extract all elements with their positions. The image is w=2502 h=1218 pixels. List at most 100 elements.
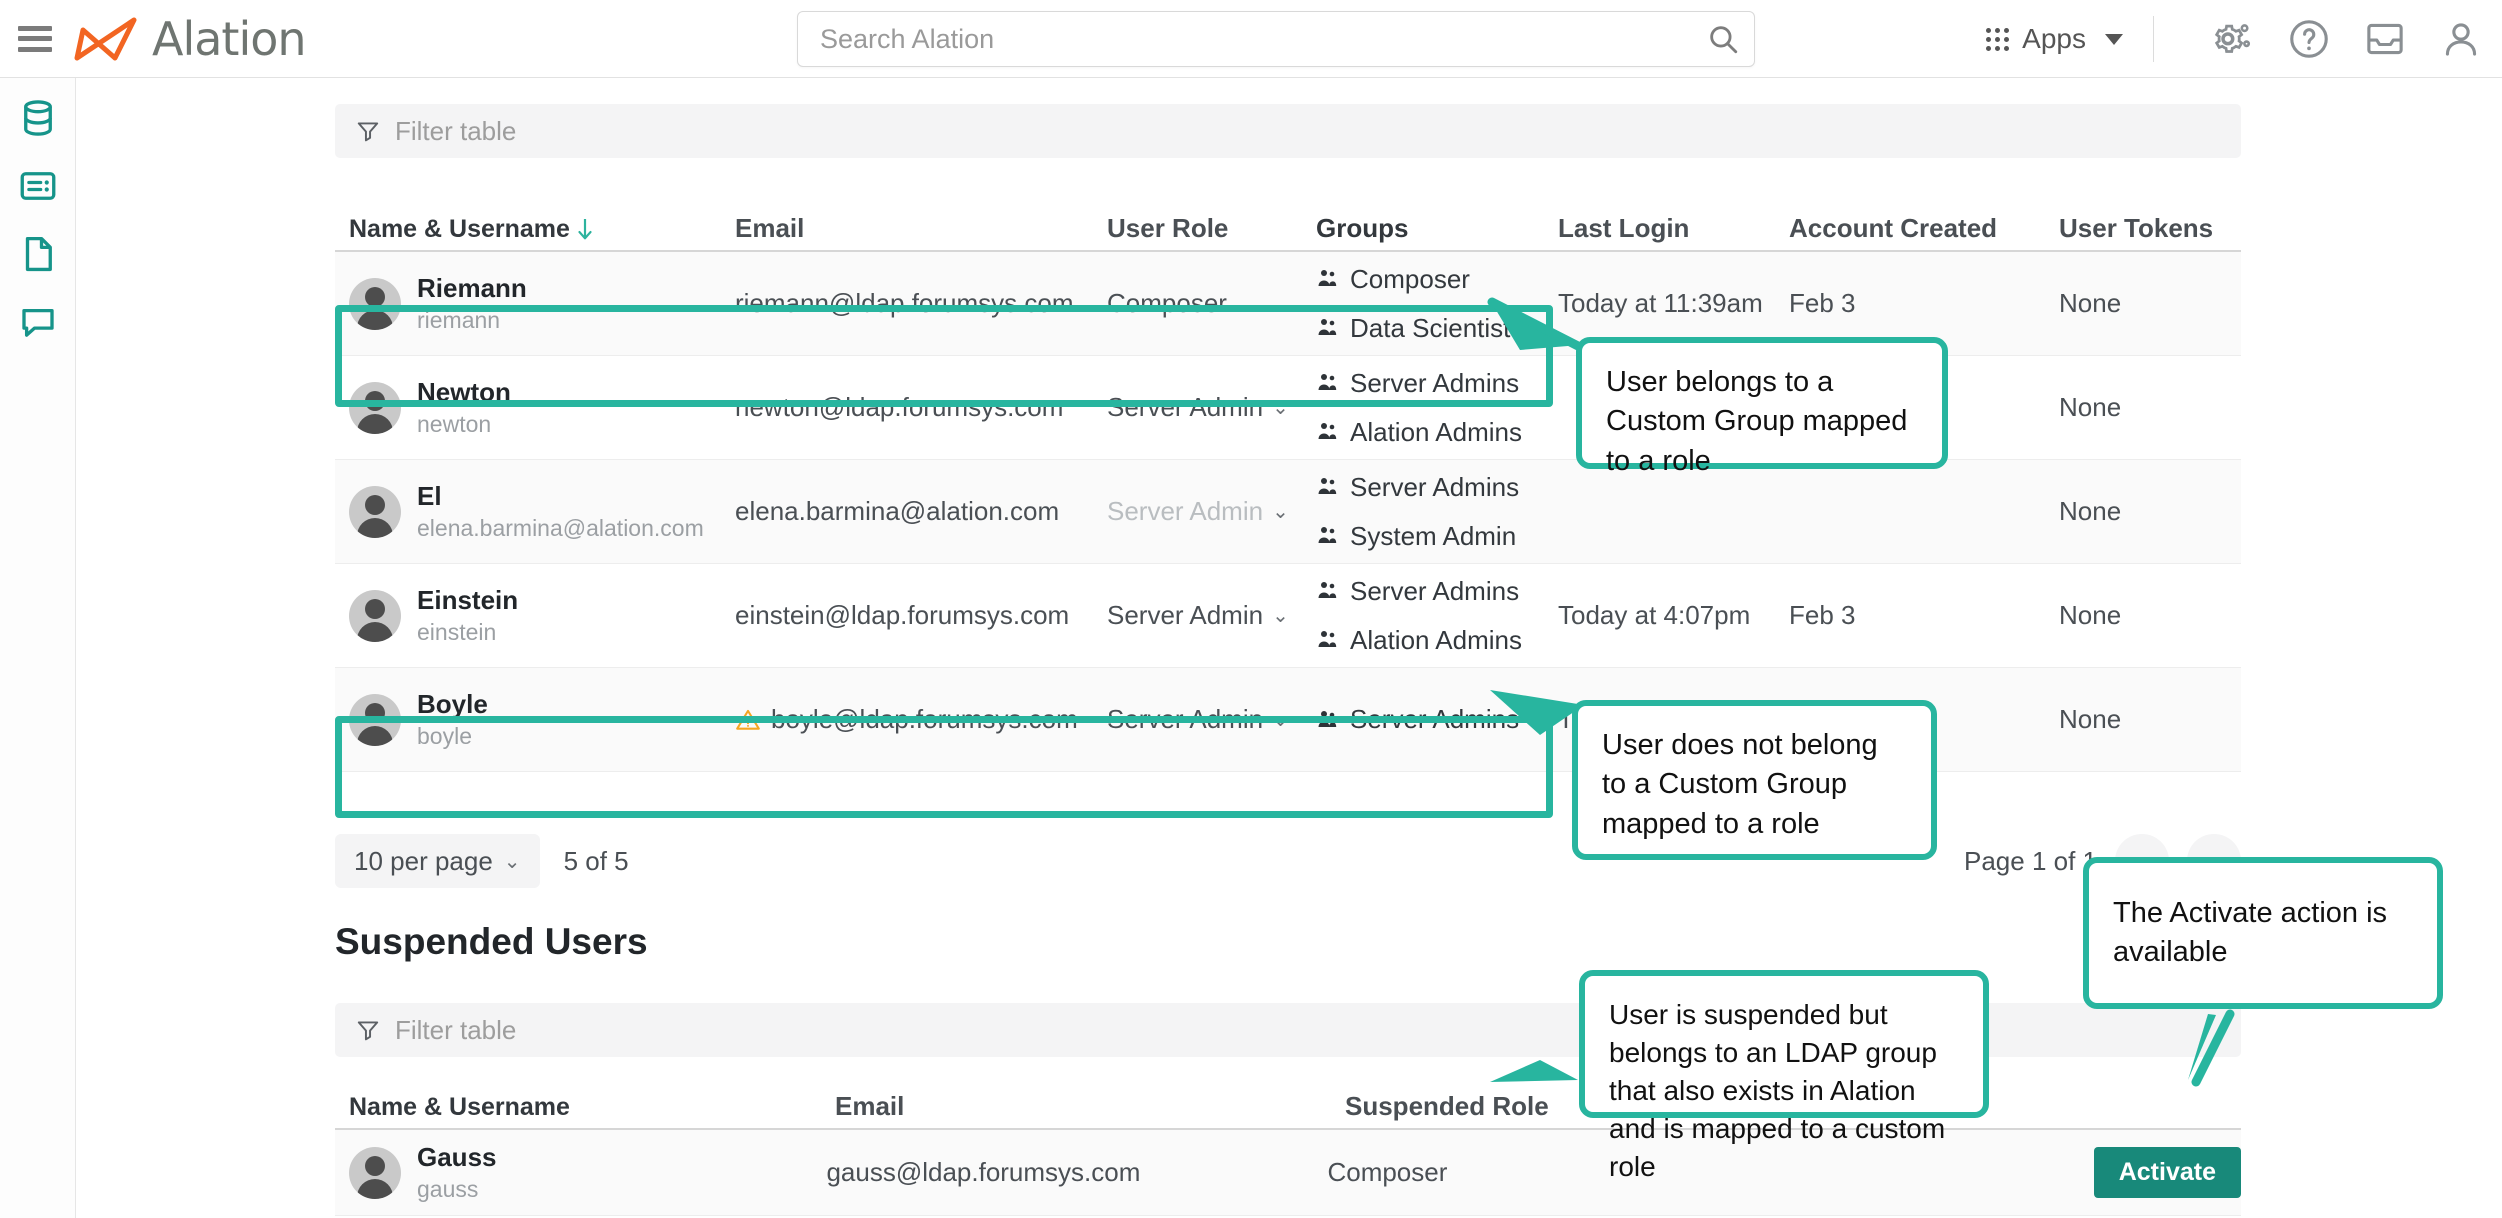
- user-name: Einstein: [417, 585, 519, 615]
- group-name: Data Scientists: [1350, 312, 1524, 343]
- col-user-tokens[interactable]: User Tokens: [2059, 213, 2239, 250]
- group-people-icon: [1318, 270, 1337, 286]
- col-name-username[interactable]: Name & Username: [349, 215, 570, 244]
- user-email: gauss@ldap.forumsys.com: [826, 1157, 1141, 1187]
- user-account-icon[interactable]: [2438, 16, 2484, 62]
- col-email[interactable]: Email: [735, 213, 1107, 250]
- group-people-icon: [1318, 374, 1337, 390]
- user-role-value: Server Admin: [1107, 704, 1264, 734]
- user-role-dropdown[interactable]: Server Admin ⌄: [1107, 392, 1316, 423]
- table-row[interactable]: Riemann riemann riemann@ldap.forumsys.co…: [335, 252, 2241, 356]
- group-people-icon: [1318, 710, 1337, 727]
- group-name: Server Admins: [1350, 575, 1520, 606]
- user-account-created: Feb 3: [1789, 600, 1856, 630]
- group-name: Alation Admins: [1350, 416, 1522, 447]
- user-identity-cell[interactable]: Newton newton: [335, 377, 735, 438]
- avatar: [349, 1146, 401, 1199]
- user-username: newton: [417, 411, 492, 437]
- search-input[interactable]: [798, 23, 1692, 55]
- app-root: Alation Apps: [0, 0, 2502, 1218]
- col-last-login[interactable]: Last Login: [1558, 213, 1789, 250]
- user-identity-cell[interactable]: El elena.barmina@alation.com: [335, 481, 735, 542]
- user-tokens: None: [2059, 288, 2122, 318]
- chat-bubble-icon[interactable]: [14, 298, 62, 346]
- col-account-created[interactable]: Account Created: [1789, 213, 2059, 250]
- table-row[interactable]: Gauss gauss gauss@ldap.forumsys.com Comp…: [335, 1130, 2241, 1216]
- user-tokens: None: [2059, 704, 2122, 734]
- user-email: einstein@ldap.forumsys.com: [735, 600, 1070, 630]
- user-tokens: None: [2059, 600, 2122, 630]
- user-role-value: Composer: [1107, 288, 1227, 318]
- active-users-filter-bar[interactable]: Filter table: [335, 104, 2241, 158]
- table-row[interactable]: Einstein einstein einstein@ldap.forumsys…: [335, 564, 2241, 668]
- callout-no-custom-group: User does not belong to a Custom Group m…: [1572, 700, 1937, 860]
- chevron-down-icon: ⌄: [1272, 709, 1289, 731]
- chevron-down-icon: ⌄: [1272, 501, 1289, 523]
- inbox-icon[interactable]: [2362, 16, 2408, 62]
- user-identity-cell[interactable]: Einstein einstein: [335, 585, 735, 646]
- col-groups[interactable]: Groups: [1316, 213, 1558, 250]
- callout-custom-group-mapped: User belongs to a Custom Group mapped to…: [1576, 337, 1948, 477]
- top-bar-right-actions: Apps: [1982, 0, 2484, 78]
- card-list-icon[interactable]: [14, 162, 62, 210]
- group-name: Server Admins: [1350, 471, 1520, 502]
- user-name: Riemann: [417, 273, 527, 303]
- database-icon[interactable]: [14, 94, 62, 142]
- settings-gears-icon[interactable]: [2210, 16, 2256, 62]
- user-role-value: Server Admin: [1107, 600, 1264, 630]
- table-row[interactable]: El elena.barmina@alation.com elena.barmi…: [335, 460, 2241, 564]
- warning-triangle-icon: [736, 709, 760, 730]
- user-identity-cell[interactable]: Gauss gauss: [335, 1142, 826, 1203]
- group-people-icon: [1318, 319, 1337, 335]
- user-identity-cell[interactable]: Boyle boyle: [335, 689, 735, 750]
- table-row[interactable]: Newton newton newton@ldap.forumsys.com S…: [335, 356, 2241, 460]
- brand-name: Alation: [152, 11, 307, 66]
- user-role-value: Server Admin: [1107, 392, 1264, 422]
- document-icon[interactable]: [14, 230, 62, 278]
- active-users-table-header: Name & Username Email User Role Groups L…: [335, 200, 2241, 252]
- chevron-down-icon: ⌄: [1272, 397, 1289, 419]
- user-name: Newton: [417, 377, 511, 407]
- user-role-dropdown[interactable]: Server Admin ⌄: [1107, 704, 1316, 735]
- col-email[interactable]: Email: [835, 1091, 1345, 1128]
- callout-text: User belongs to a Custom Group mapped to…: [1606, 366, 1908, 477]
- chevron-down-icon: [2105, 33, 2123, 45]
- group-people-icon: [1318, 631, 1337, 647]
- group-name: Server Admins: [1350, 704, 1520, 734]
- alation-logo[interactable]: Alation: [74, 11, 307, 66]
- user-email: riemann@ldap.forumsys.com: [735, 288, 1074, 318]
- callout-suspended-ldap: User is suspended but belongs to an LDAP…: [1579, 970, 1989, 1182]
- user-role-dropdown[interactable]: Composer ⌄: [1107, 288, 1316, 319]
- avatar: [349, 381, 401, 434]
- active-users-table: Name & Username Email User Role Groups L…: [335, 200, 2241, 772]
- user-identity-cell[interactable]: Riemann riemann: [335, 273, 735, 334]
- user-role-dropdown[interactable]: Server Admin ⌄: [1107, 600, 1316, 631]
- search-icon[interactable]: [1692, 22, 1754, 56]
- help-circle-icon[interactable]: [2286, 16, 2332, 62]
- col-name-username[interactable]: Name & Username: [335, 1093, 835, 1128]
- per-page-selector[interactable]: 10 per page ⌄: [335, 834, 540, 888]
- user-role-value: Server Admin: [1107, 496, 1264, 526]
- page-indicator: Page 1 of 1: [1964, 845, 2097, 876]
- user-username: boyle: [417, 723, 472, 749]
- global-search[interactable]: [797, 11, 1755, 67]
- user-email-with-warning: boyle@ldap.forumsys.com: [735, 704, 1107, 735]
- group-people-icon: [1318, 423, 1337, 439]
- user-groups-cell: Server Admins: [1316, 704, 1558, 735]
- grid-dots-icon: [1986, 27, 2010, 51]
- group-people-icon: [1318, 582, 1337, 598]
- activate-button[interactable]: Activate: [2093, 1147, 2241, 1198]
- apps-menu-button[interactable]: Apps: [1982, 23, 2127, 55]
- hamburger-menu-icon[interactable]: [18, 25, 52, 52]
- table-row[interactable]: Boyle boyle boyle@ldap.forumsys.com Serv…: [335, 668, 2241, 772]
- col-user-role[interactable]: User Role: [1107, 213, 1316, 250]
- user-username: riemann: [417, 307, 501, 333]
- user-role-dropdown: Server Admin ⌄: [1107, 496, 1316, 527]
- active-filter-placeholder: Filter table: [395, 115, 517, 146]
- callout-text: The Activate action is available: [2113, 896, 2388, 968]
- row-count: 5 of 5: [563, 845, 629, 876]
- page-title: Suspended Users: [335, 921, 648, 962]
- alation-bowtie-icon: [74, 17, 137, 60]
- active-users-pagination: 10 per page ⌄ 5 of 5 Page 1 of 1 ‹ ›: [335, 826, 2241, 896]
- group-name: Server Admins: [1350, 367, 1520, 398]
